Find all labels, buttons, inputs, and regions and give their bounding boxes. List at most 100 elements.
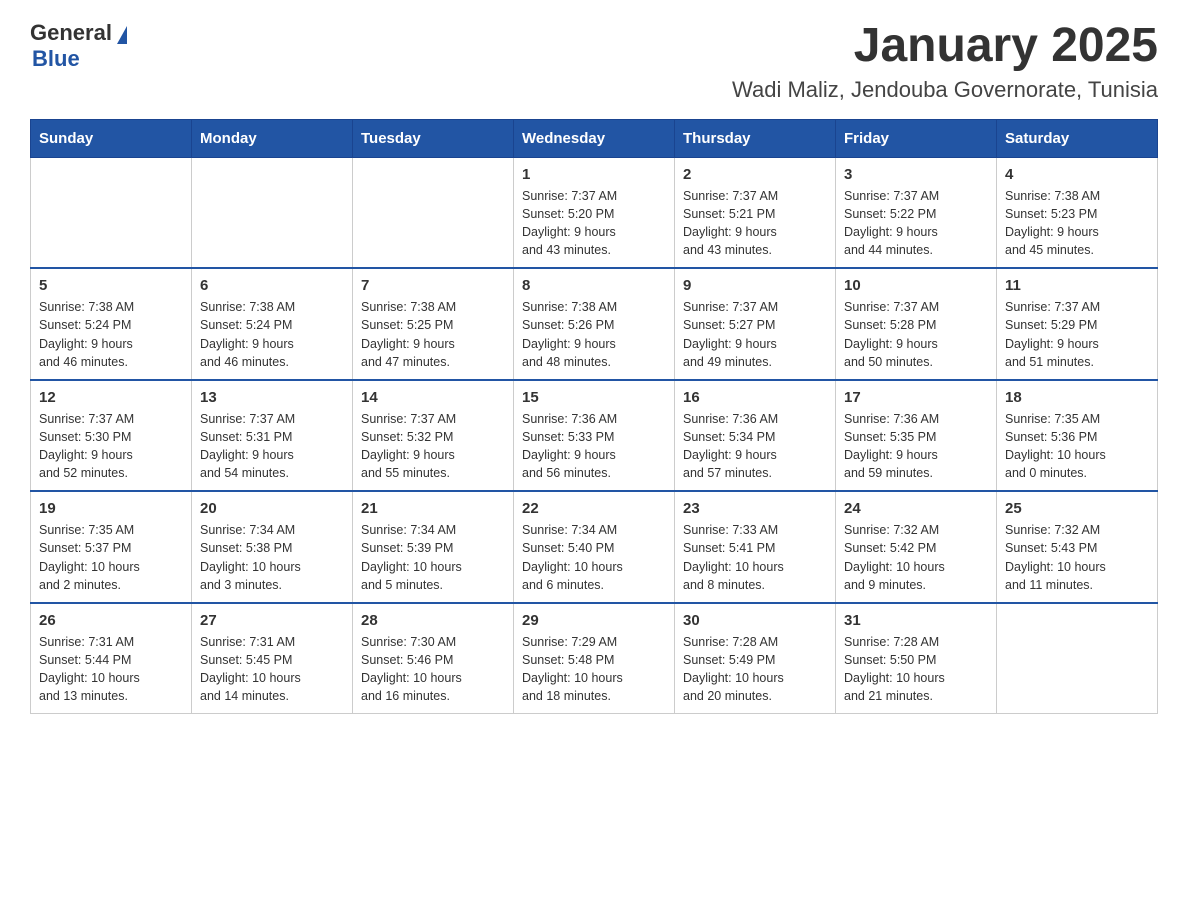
day-number: 24 (844, 500, 988, 517)
calendar-cell: 3 Sunrise: 7:37 AM Sunset: 5:22 PM Daylig… (836, 157, 997, 268)
calendar-week-row: 5 Sunrise: 7:38 AM Sunset: 5:24 PM Daylig… (31, 268, 1158, 380)
day-info: Sunrise: 7:34 AM Sunset: 5:38 PM Dayligh… (200, 521, 344, 594)
day-number: 19 (39, 500, 183, 517)
calendar-cell: 25 Sunrise: 7:32 AM Sunset: 5:43 PM Dayli… (997, 491, 1158, 603)
calendar-cell: 19 Sunrise: 7:35 AM Sunset: 5:37 PM Dayli… (31, 491, 192, 603)
day-number: 18 (1005, 389, 1149, 406)
day-info: Sunrise: 7:36 AM Sunset: 5:34 PM Dayligh… (683, 410, 827, 483)
month-title: January 2025 (732, 20, 1158, 73)
day-number: 9 (683, 277, 827, 294)
calendar-cell (31, 157, 192, 268)
day-info: Sunrise: 7:30 AM Sunset: 5:46 PM Dayligh… (361, 633, 505, 706)
calendar-cell: 21 Sunrise: 7:34 AM Sunset: 5:39 PM Dayli… (353, 491, 514, 603)
day-number: 7 (361, 277, 505, 294)
day-of-week-header: Saturday (997, 119, 1158, 157)
day-number: 28 (361, 612, 505, 629)
day-number: 8 (522, 277, 666, 294)
day-info: Sunrise: 7:35 AM Sunset: 5:36 PM Dayligh… (1005, 410, 1149, 483)
day-info: Sunrise: 7:37 AM Sunset: 5:32 PM Dayligh… (361, 410, 505, 483)
calendar-cell (353, 157, 514, 268)
day-number: 16 (683, 389, 827, 406)
calendar-cell: 18 Sunrise: 7:35 AM Sunset: 5:36 PM Dayli… (997, 380, 1158, 492)
day-of-week-header: Sunday (31, 119, 192, 157)
day-number: 3 (844, 166, 988, 183)
day-info: Sunrise: 7:38 AM Sunset: 5:25 PM Dayligh… (361, 298, 505, 371)
day-info: Sunrise: 7:33 AM Sunset: 5:41 PM Dayligh… (683, 521, 827, 594)
day-number: 25 (1005, 500, 1149, 517)
title-section: January 2025 Wadi Maliz, Jendouba Govern… (732, 20, 1158, 103)
calendar-cell: 12 Sunrise: 7:37 AM Sunset: 5:30 PM Dayli… (31, 380, 192, 492)
day-info: Sunrise: 7:32 AM Sunset: 5:42 PM Dayligh… (844, 521, 988, 594)
day-info: Sunrise: 7:37 AM Sunset: 5:30 PM Dayligh… (39, 410, 183, 483)
day-number: 17 (844, 389, 988, 406)
day-info: Sunrise: 7:34 AM Sunset: 5:39 PM Dayligh… (361, 521, 505, 594)
day-number: 5 (39, 277, 183, 294)
calendar-cell: 17Sunrise: 7:36 AM Sunset: 5:35 PM Dayli… (836, 380, 997, 492)
calendar-cell: 15Sunrise: 7:36 AM Sunset: 5:33 PM Dayli… (514, 380, 675, 492)
calendar-cell: 29 Sunrise: 7:29 AM Sunset: 5:48 PM Dayli… (514, 603, 675, 714)
day-number: 26 (39, 612, 183, 629)
day-info: Sunrise: 7:29 AM Sunset: 5:48 PM Dayligh… (522, 633, 666, 706)
day-info: Sunrise: 7:37 AM Sunset: 5:31 PM Dayligh… (200, 410, 344, 483)
day-info: Sunrise: 7:37 AM Sunset: 5:27 PM Dayligh… (683, 298, 827, 371)
day-of-week-header: Thursday (675, 119, 836, 157)
calendar-cell: 8 Sunrise: 7:38 AM Sunset: 5:26 PM Daylig… (514, 268, 675, 380)
day-number: 20 (200, 500, 344, 517)
day-number: 12 (39, 389, 183, 406)
calendar-cell: 22 Sunrise: 7:34 AM Sunset: 5:40 PM Dayli… (514, 491, 675, 603)
calendar-cell: 4 Sunrise: 7:38 AM Sunset: 5:23 PM Daylig… (997, 157, 1158, 268)
day-info: Sunrise: 7:35 AM Sunset: 5:37 PM Dayligh… (39, 521, 183, 594)
day-number: 30 (683, 612, 827, 629)
day-number: 14 (361, 389, 505, 406)
day-info: Sunrise: 7:32 AM Sunset: 5:43 PM Dayligh… (1005, 521, 1149, 594)
calendar-cell (192, 157, 353, 268)
day-info: Sunrise: 7:36 AM Sunset: 5:33 PM Dayligh… (522, 410, 666, 483)
day-info: Sunrise: 7:37 AM Sunset: 5:21 PM Dayligh… (683, 187, 827, 260)
calendar-cell: 10Sunrise: 7:37 AM Sunset: 5:28 PM Dayli… (836, 268, 997, 380)
day-info: Sunrise: 7:38 AM Sunset: 5:24 PM Dayligh… (200, 298, 344, 371)
day-number: 6 (200, 277, 344, 294)
calendar-cell (997, 603, 1158, 714)
day-number: 29 (522, 612, 666, 629)
location-subtitle: Wadi Maliz, Jendouba Governorate, Tunisi… (732, 77, 1158, 103)
calendar-cell: 20 Sunrise: 7:34 AM Sunset: 5:38 PM Dayli… (192, 491, 353, 603)
calendar-week-row: 19 Sunrise: 7:35 AM Sunset: 5:37 PM Dayli… (31, 491, 1158, 603)
day-number: 27 (200, 612, 344, 629)
logo-triangle-icon (117, 26, 127, 44)
calendar-cell: 5 Sunrise: 7:38 AM Sunset: 5:24 PM Daylig… (31, 268, 192, 380)
calendar-cell: 26 Sunrise: 7:31 AM Sunset: 5:44 PM Dayli… (31, 603, 192, 714)
day-info: Sunrise: 7:34 AM Sunset: 5:40 PM Dayligh… (522, 521, 666, 594)
day-info: Sunrise: 7:28 AM Sunset: 5:50 PM Dayligh… (844, 633, 988, 706)
day-number: 22 (522, 500, 666, 517)
day-number: 21 (361, 500, 505, 517)
day-of-week-header: Tuesday (353, 119, 514, 157)
day-info: Sunrise: 7:31 AM Sunset: 5:45 PM Dayligh… (200, 633, 344, 706)
calendar-cell: 23 Sunrise: 7:33 AM Sunset: 5:41 PM Dayli… (675, 491, 836, 603)
day-info: Sunrise: 7:38 AM Sunset: 5:24 PM Dayligh… (39, 298, 183, 371)
calendar-header-row: SundayMondayTuesdayWednesdayThursdayFrid… (31, 119, 1158, 157)
day-of-week-header: Wednesday (514, 119, 675, 157)
calendar-week-row: 1Sunrise: 7:37 AM Sunset: 5:20 PM Daylig… (31, 157, 1158, 268)
day-info: Sunrise: 7:38 AM Sunset: 5:23 PM Dayligh… (1005, 187, 1149, 260)
day-info: Sunrise: 7:31 AM Sunset: 5:44 PM Dayligh… (39, 633, 183, 706)
day-info: Sunrise: 7:37 AM Sunset: 5:22 PM Dayligh… (844, 187, 988, 260)
day-info: Sunrise: 7:28 AM Sunset: 5:49 PM Dayligh… (683, 633, 827, 706)
day-number: 11 (1005, 277, 1149, 294)
calendar-week-row: 12 Sunrise: 7:37 AM Sunset: 5:30 PM Dayli… (31, 380, 1158, 492)
day-of-week-header: Friday (836, 119, 997, 157)
calendar-cell: 9 Sunrise: 7:37 AM Sunset: 5:27 PM Daylig… (675, 268, 836, 380)
calendar-week-row: 26 Sunrise: 7:31 AM Sunset: 5:44 PM Dayli… (31, 603, 1158, 714)
day-number: 4 (1005, 166, 1149, 183)
calendar-cell: 16 Sunrise: 7:36 AM Sunset: 5:34 PM Dayli… (675, 380, 836, 492)
logo-general-text: General (30, 20, 112, 46)
day-number: 1 (522, 166, 666, 183)
calendar-table: SundayMondayTuesdayWednesdayThursdayFrid… (30, 119, 1158, 715)
calendar-cell: 11Sunrise: 7:37 AM Sunset: 5:29 PM Dayli… (997, 268, 1158, 380)
calendar-cell: 24 Sunrise: 7:32 AM Sunset: 5:42 PM Dayli… (836, 491, 997, 603)
calendar-cell: 30 Sunrise: 7:28 AM Sunset: 5:49 PM Dayli… (675, 603, 836, 714)
page-header: General Blue January 2025 Wadi Maliz, Je… (30, 20, 1158, 103)
calendar-cell: 31Sunrise: 7:28 AM Sunset: 5:50 PM Dayli… (836, 603, 997, 714)
day-number: 23 (683, 500, 827, 517)
logo: General Blue (30, 20, 127, 72)
day-info: Sunrise: 7:38 AM Sunset: 5:26 PM Dayligh… (522, 298, 666, 371)
